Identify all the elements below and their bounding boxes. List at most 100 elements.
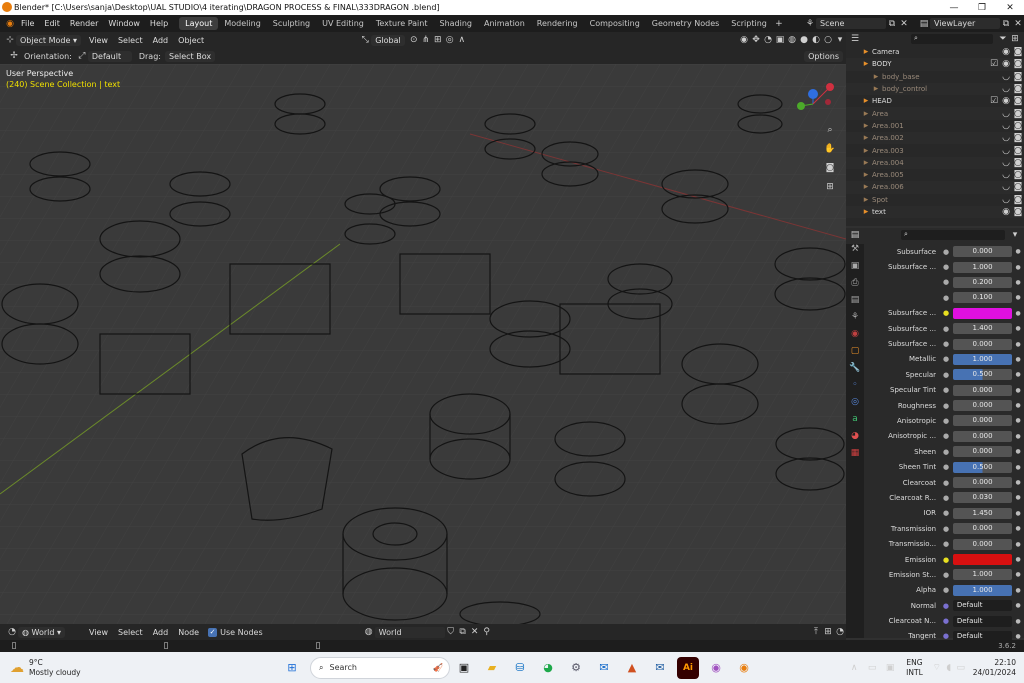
property-value-field[interactable]: 0.030 [952,492,1013,504]
property-value-field[interactable]: 1.400 [952,323,1013,335]
node-menu-add[interactable]: Add [148,628,174,637]
shader-type-dropdown[interactable]: ◍ World ▾ [18,626,66,638]
add-workspace-icon[interactable]: + [773,18,785,30]
taskbar-search-box[interactable]: ⌕ Search 🎻 [310,656,450,679]
messenger-icon[interactable]: ◉ [705,657,727,679]
material-tab-icon[interactable]: ◕ [846,431,864,448]
property-value-field[interactable]: 0.000 [952,415,1013,427]
render-camera-icon[interactable]: ◙ [1012,169,1024,181]
visibility-eye-icon[interactable]: ◡ [1000,194,1012,206]
pdf-app-icon[interactable]: ▲ [621,657,643,679]
keyframe-dot-icon[interactable]: ● [1012,587,1024,594]
snap-icon[interactable]: ⋔ [420,34,432,46]
camera-view-icon[interactable]: ◙ [824,162,836,174]
delete-scene-icon[interactable]: ✕ [898,18,910,30]
new-viewlayer-icon[interactable]: ⧉ [1000,18,1012,30]
scene-tab-icon[interactable]: ⚘ [846,312,864,329]
texture-tab-icon[interactable]: ▦ [846,448,864,465]
node-overlay-icon[interactable]: ◔ [834,626,846,638]
keyframe-dot-icon[interactable]: ● [1012,525,1024,532]
workspace-tab-rendering[interactable]: Rendering [531,17,584,30]
keyframe-dot-icon[interactable]: ● [1012,402,1024,409]
socket-dot-icon[interactable]: ● [942,309,950,317]
keyframe-dot-icon[interactable]: ● [1012,356,1024,363]
world-name-field[interactable]: World [374,626,445,638]
socket-dot-icon[interactable]: ● [942,540,950,548]
socket-dot-icon[interactable]: ● [942,479,950,487]
render-camera-icon[interactable]: ◙ [1012,108,1024,120]
viewport-menu-view[interactable]: View [84,36,113,45]
blender-menu-icon[interactable]: ◉ [4,18,16,30]
keyframe-dot-icon[interactable]: ● [1012,310,1024,317]
keyframe-dot-icon[interactable]: ● [1012,464,1024,471]
keyframe-dot-icon[interactable]: ● [1012,602,1024,609]
socket-dot-icon[interactable]: ● [942,263,950,271]
viewport-menu-add[interactable]: Add [148,36,174,45]
keyframe-dot-icon[interactable]: ● [1012,510,1024,517]
keyframe-dot-icon[interactable]: ● [1012,325,1024,332]
property-value-field[interactable]: 0.000 [952,246,1013,258]
chrome-icon[interactable]: ◕ [537,657,559,679]
render-camera-icon[interactable]: ◙ [1012,120,1024,132]
socket-dot-icon[interactable]: ● [942,417,950,425]
property-value-field[interactable]: 0.000 [952,338,1013,350]
socket-dot-icon[interactable]: ● [942,294,950,302]
visibility-eye-icon[interactable]: ◉ [1000,206,1012,218]
property-value-field[interactable]: 0.000 [952,400,1013,412]
socket-dot-icon[interactable]: ● [942,586,950,594]
material-shading-icon[interactable]: ◐ [810,34,822,46]
socket-dot-icon[interactable]: ● [942,556,950,564]
socket-dot-icon[interactable]: ● [942,386,950,394]
delete-viewlayer-icon[interactable]: ✕ [1012,18,1024,30]
snap-settings-icon[interactable]: ⊞ [432,34,444,46]
socket-dot-icon[interactable]: ● [942,494,950,502]
menu-edit[interactable]: Edit [39,19,65,28]
falloff-icon[interactable]: ∧ [456,34,468,46]
illustrator-icon[interactable]: Ai [677,656,699,679]
keyframe-dot-icon[interactable]: ● [1012,433,1024,440]
visibility-eye-icon[interactable]: ◡ [1000,71,1012,83]
blender-taskbar-icon[interactable]: ◉ [733,657,755,679]
keyframe-dot-icon[interactable]: ● [1012,494,1024,501]
property-value-field[interactable]: 1.000 [952,353,1013,365]
socket-dot-icon[interactable]: ● [942,340,950,348]
render-camera-icon[interactable]: ◙ [1012,145,1024,157]
property-value-field[interactable]: Default [952,615,1013,627]
render-camera-icon[interactable]: ◙ [1012,194,1024,206]
keyframe-dot-icon[interactable]: ● [1012,248,1024,255]
pan-hand-icon[interactable]: ✋ [824,143,836,155]
keyframe-dot-icon[interactable]: ● [1012,341,1024,348]
new-scene-icon[interactable]: ⧉ [886,18,898,30]
socket-dot-icon[interactable]: ● [942,402,950,410]
node-menu-select[interactable]: Select [113,628,148,637]
pin-icon[interactable]: ⚲ [481,626,493,638]
socket-dot-icon[interactable]: ● [942,463,950,471]
menu-file[interactable]: File [16,19,39,28]
fake-user-icon[interactable]: ⛉ [445,626,457,638]
wireframe-shading-icon[interactable]: ◍ [786,34,798,46]
workspace-tab-layout[interactable]: Layout [179,17,219,30]
particles-tab-icon[interactable]: ◦ [846,380,864,397]
keyframe-dot-icon[interactable]: ● [1012,264,1024,271]
visibility-eye-icon[interactable]: ◉ [1000,95,1012,107]
keyframe-dot-icon[interactable]: ● [1012,556,1024,563]
node-menu-node[interactable]: Node [173,628,204,637]
properties-options-icon[interactable]: ▾ [1009,229,1021,241]
viewlayer-name-field[interactable]: ViewLayer [930,18,1000,29]
mail-app-icon[interactable]: ✉ [649,657,671,679]
keyframe-dot-icon[interactable]: ● [1012,618,1024,625]
render-camera-icon[interactable]: ◙ [1012,83,1024,95]
proportional-edit-icon[interactable]: ◎ [444,34,456,46]
keyframe-dot-icon[interactable]: ● [1012,633,1024,640]
close-button[interactable]: ✕ [996,3,1024,13]
workspace-tab-sculpting[interactable]: Sculpting [267,17,316,30]
visibility-eye-icon[interactable]: ◡ [1000,157,1012,169]
property-value-field[interactable]: 0.000 [952,384,1013,396]
property-value-field[interactable]: 0.000 [952,538,1013,550]
outliner-item[interactable]: ▸ Area.003 ◡ ◙ [846,144,1024,156]
outliner-item[interactable]: ▸ HEAD ☑ ◉ ◙ [846,95,1024,107]
options-dropdown[interactable]: Options [804,50,843,62]
tray-app-icon[interactable]: ▭ [866,662,878,674]
visibility-eye-icon[interactable]: ◡ [1000,145,1012,157]
gizmo-icon[interactable]: ✥ [750,34,762,46]
